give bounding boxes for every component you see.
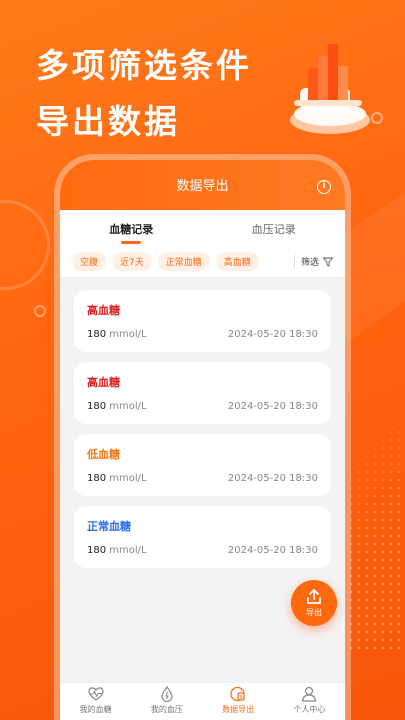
filter-label: 筛选 [300,258,319,268]
filter-chip-7days[interactable]: 近7天 [112,252,152,271]
export-label: 导出 [306,608,322,617]
nav-item-my-glucose[interactable]: 我的血糖 [60,683,131,720]
user-icon [302,686,317,702]
app-header: 数据导出 i [60,160,345,210]
drop-icon [161,686,173,702]
phone-frame: 数据导出 i 血糖记录 血压记录 空腹 近7天 正常血糖 高血糖 筛选 高血糖 [54,154,351,720]
record-card[interactable]: 正常血糖 180 mmol/L 2024-05-20 18:30 [74,506,331,568]
record-card[interactable]: 低血糖 180 mmol/L 2024-05-20 18:30 [74,434,331,496]
record-status: 正常血糖 [87,520,131,533]
export-doc-icon [230,686,245,702]
record-card[interactable]: 高血糖 180 mmol/L 2024-05-20 18:30 [74,290,331,352]
upload-icon [307,589,321,604]
record-value: 180 mmol/L [87,329,147,340]
app-screen: 数据导出 i 血糖记录 血压记录 空腹 近7天 正常血糖 高血糖 筛选 高血糖 [60,160,345,720]
record-tabs: 血糖记录 血压记录 [60,210,345,250]
record-value: 180 mmol/L [87,473,147,484]
info-icon[interactable]: i [317,180,331,194]
bar-chart-illustration-icon [290,44,370,134]
funnel-icon [323,257,333,267]
tab-glucose-records[interactable]: 血糖记录 [60,210,203,250]
filter-chip-high[interactable]: 高血糖 [215,252,259,271]
bg-ring [0,200,50,290]
record-card[interactable]: 高血糖 180 mmol/L 2024-05-20 18:30 [74,362,331,424]
nav-item-my-blood-pressure[interactable]: 我的血压 [131,683,202,720]
promo-headline: 多项筛选条件 导出数据 [36,38,252,150]
bg-ring-small [34,305,46,317]
bottom-nav: 我的血糖 我的血压 数据导出 个人中心 [60,682,345,720]
export-button[interactable]: 导出 [291,580,337,626]
promo-line-1: 多项筛选条件 [36,46,252,85]
heartbeat-icon [87,687,104,701]
promo-line-2: 导出数据 [36,102,180,141]
record-status: 高血糖 [87,304,120,317]
filter-button[interactable]: 筛选 [293,255,333,268]
record-time: 2024-05-20 18:30 [227,329,318,340]
nav-item-profile[interactable]: 个人中心 [274,683,345,720]
filter-chip-fasting[interactable]: 空腹 [72,252,107,271]
record-time: 2024-05-20 18:30 [227,401,318,412]
record-value: 180 mmol/L [87,401,147,412]
tab-blood-pressure-records[interactable]: 血压记录 [203,210,346,250]
filter-chip-normal[interactable]: 正常血糖 [157,252,210,271]
record-time: 2024-05-20 18:30 [227,545,318,556]
record-time: 2024-05-20 18:30 [227,473,318,484]
record-value: 180 mmol/L [87,545,147,556]
record-status: 高血糖 [87,376,120,389]
record-status: 低血糖 [87,448,120,461]
filter-bar: 空腹 近7天 正常血糖 高血糖 筛选 [60,250,345,278]
nav-item-data-export[interactable]: 数据导出 [203,683,274,720]
page-title: 数据导出 [176,179,229,194]
record-list: 高血糖 180 mmol/L 2024-05-20 18:30 高血糖 180 … [60,278,345,568]
